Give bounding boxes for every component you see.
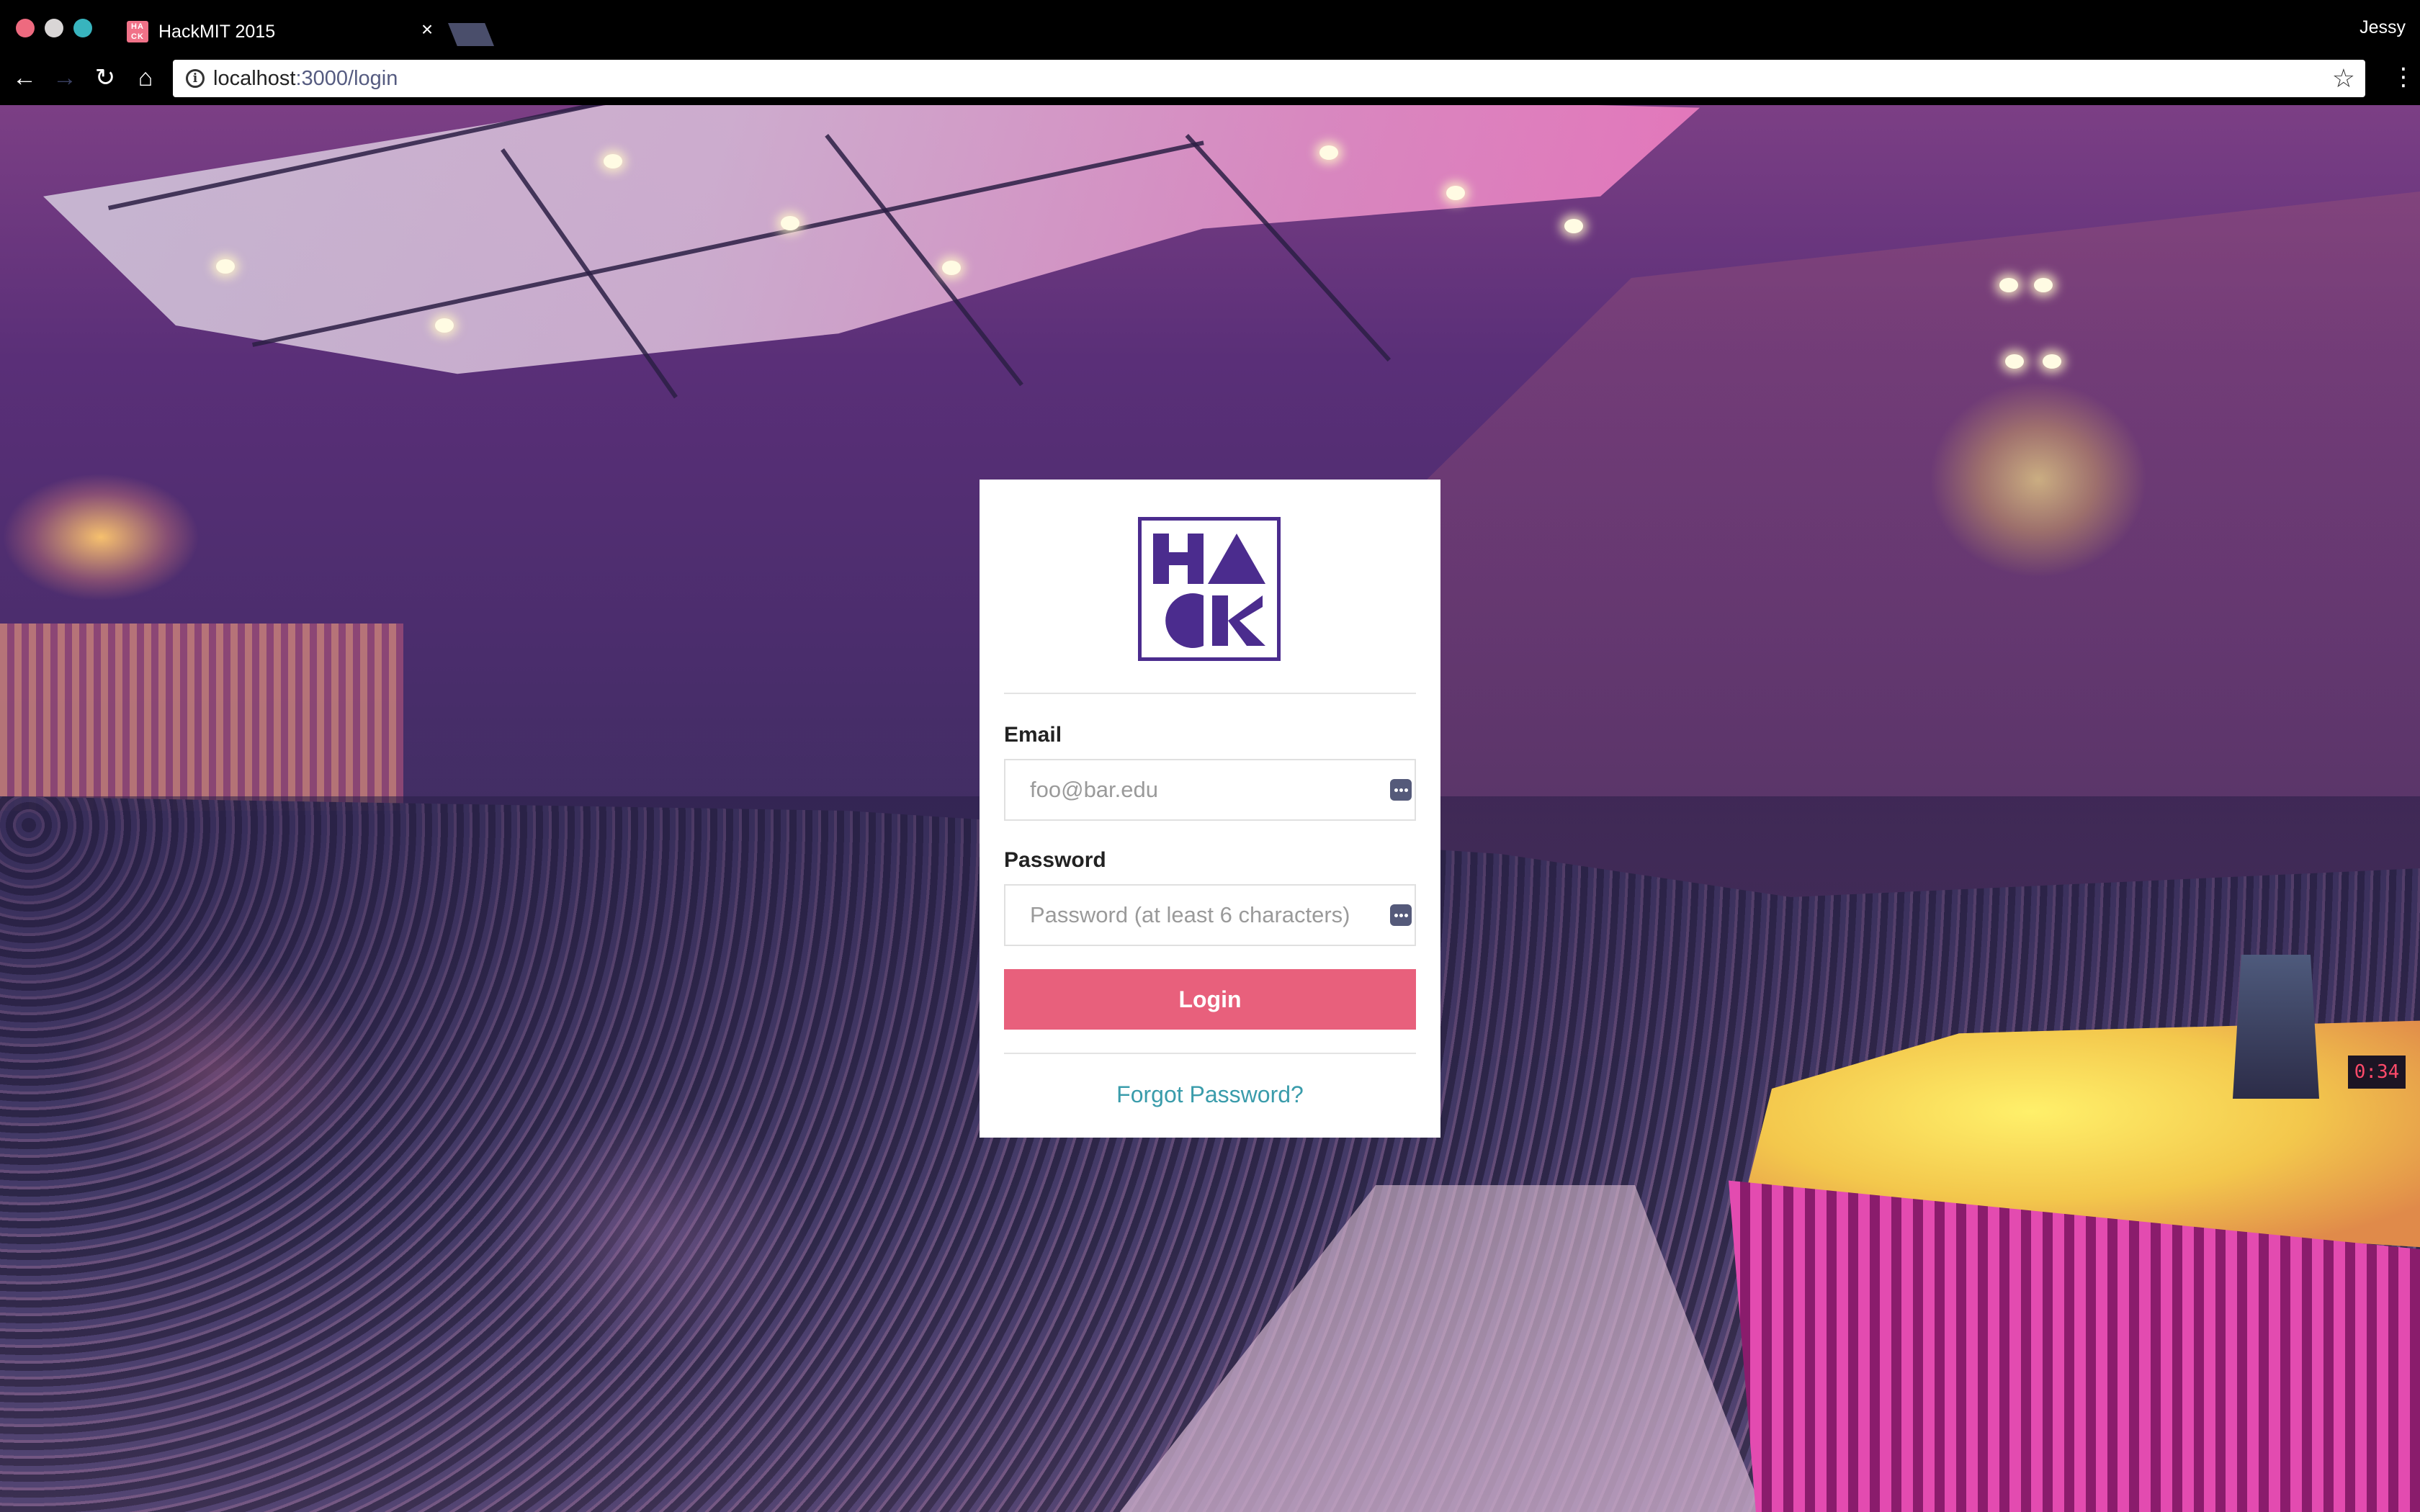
ceiling-light — [435, 318, 454, 333]
password-manager-icon[interactable] — [1390, 904, 1412, 926]
email-input[interactable] — [1005, 760, 1415, 819]
site-info-icon[interactable]: i — [186, 69, 205, 88]
password-manager-icon[interactable] — [1390, 779, 1412, 801]
spot-light — [2034, 278, 2053, 292]
bookmark-star-icon[interactable]: ☆ — [2332, 64, 2355, 93]
tab-title: HackMIT 2015 — [158, 22, 276, 42]
divider — [1004, 693, 1416, 694]
address-bar[interactable]: i localhost:3000/login ☆ — [173, 60, 2365, 97]
spot-light — [2005, 354, 2024, 369]
spot-light — [2043, 354, 2061, 369]
spot-light — [1999, 278, 2018, 292]
password-field-container — [1004, 884, 1416, 946]
url-path: :3000/login — [295, 67, 398, 90]
url-text[interactable]: localhost:3000/login — [213, 67, 398, 91]
browser-toolbar: ← → ↻ ⌂ i localhost:3000/login ☆ ⋮ — [0, 51, 2420, 105]
password-label: Password — [1004, 848, 1106, 872]
profile-name[interactable]: Jessy — [2360, 17, 2406, 38]
maximize-window-button[interactable] — [73, 19, 92, 37]
close-window-button[interactable] — [16, 19, 35, 37]
ceiling-light — [1446, 186, 1465, 200]
ceiling-light — [1319, 145, 1338, 160]
stage-timer: 0:34 — [2348, 1056, 2406, 1089]
ceiling-light — [216, 259, 235, 274]
divider — [1004, 1053, 1416, 1054]
auditorium-ceiling — [43, 105, 1700, 374]
ceiling-light — [604, 154, 622, 168]
forgot-password-link[interactable]: Forgot Password? — [980, 1081, 1440, 1108]
reload-icon[interactable]: ↻ — [91, 63, 120, 92]
minimize-window-button[interactable] — [45, 19, 63, 37]
hack-logo — [1138, 517, 1281, 661]
tab-close-icon[interactable]: × — [416, 19, 438, 40]
ceiling-light — [1564, 219, 1583, 233]
ceiling-light — [942, 261, 961, 275]
login-button[interactable]: Login — [1004, 969, 1416, 1030]
browser-titlebar: HA CK HackMIT 2015 × Jessy — [0, 0, 2420, 51]
stage-curtain — [0, 624, 403, 811]
back-arrow-icon[interactable]: ← — [10, 63, 39, 92]
hack-logo-icon — [1153, 534, 1265, 648]
podium — [2233, 955, 2319, 1099]
login-card: Email Password Login Forgot Password? — [980, 480, 1440, 1138]
email-label: Email — [1004, 723, 1062, 747]
hackmit-favicon-icon: HA CK — [127, 21, 148, 42]
home-icon[interactable]: ⌂ — [131, 63, 160, 92]
forward-arrow-icon[interactable]: → — [50, 63, 79, 92]
browser-menu-icon[interactable]: ⋮ — [2391, 63, 2416, 94]
url-host: localhost — [213, 67, 296, 90]
new-tab-button[interactable] — [448, 23, 494, 46]
ceiling-light — [781, 216, 799, 230]
browser-tab-active[interactable]: HA CK HackMIT 2015 × — [108, 9, 447, 51]
password-input[interactable] — [1005, 886, 1415, 945]
email-field-container — [1004, 759, 1416, 821]
